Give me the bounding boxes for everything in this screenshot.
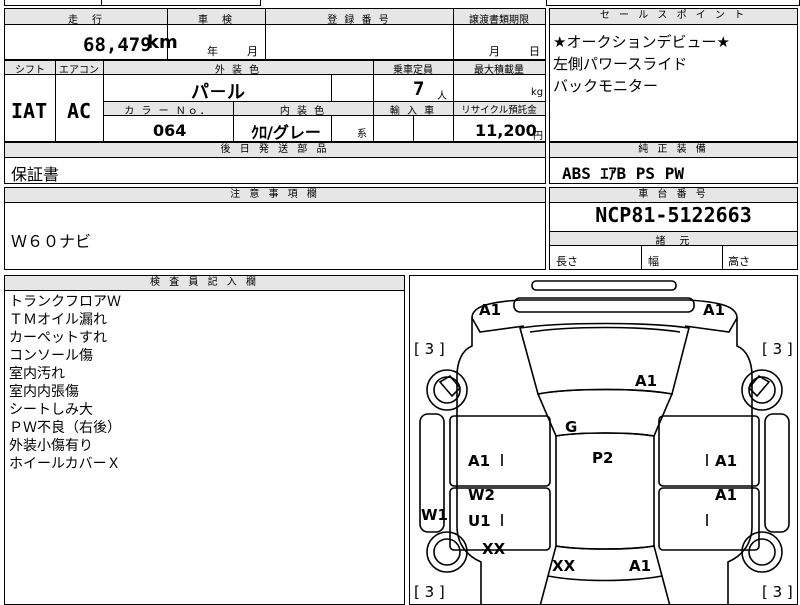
mark-rear: XX xyxy=(552,557,576,575)
tire-label-fl: [ 3 ] xyxy=(414,340,445,358)
notes-value: Ｗ６０ナビ xyxy=(11,232,92,251)
mark-left-rear-door-2: U1 xyxy=(468,512,491,530)
sales-point-line-3: バックモニター xyxy=(553,77,659,95)
exterior-label: 外 装 色 xyxy=(214,65,262,76)
inspector-line: シートしみ大 xyxy=(9,402,93,418)
chassis-value: NCP81-5122663 xyxy=(595,203,752,227)
mark-left-rear-door-1: W2 xyxy=(468,486,495,504)
clipped-text: ... xyxy=(160,0,171,3)
color-no-value: 064 xyxy=(153,121,187,140)
inspector-line: 室内汚れ xyxy=(9,366,65,382)
sales-point-line-2: 左側パワースライド xyxy=(553,55,688,73)
interior-suffix: 系 xyxy=(357,129,367,140)
inspection-year-unit: 年 xyxy=(207,45,218,58)
inspector-line: コンソール傷 xyxy=(9,348,93,364)
ac-value: AC xyxy=(67,99,92,123)
vehicle-diagram: [ 3 ] [ 3 ] [ 3 ] [ 3 ] A1 A1 A1 G P2 A1… xyxy=(409,275,798,605)
inspector-line: トランクフロアＷ xyxy=(9,294,121,310)
mark-hood: A1 xyxy=(635,372,658,390)
capacity-label: 乗車定員 xyxy=(393,65,433,76)
top-clip-strip: ... xyxy=(0,0,800,6)
recycle-unit: 円 xyxy=(533,131,543,142)
chassis-header: 車 台 番 号 xyxy=(550,188,797,203)
notes-box: 注 意 事 項 欄 Ｗ６０ナビ xyxy=(4,187,546,270)
inspector-line: ＰＷ不良（右後） xyxy=(9,420,121,436)
post-parts-box: 後 日 発 送 部 品 保証書 xyxy=(4,142,546,184)
shift-value: IAT xyxy=(11,99,48,123)
mark-rear-right: A1 xyxy=(629,557,652,575)
mark-roof-front: G xyxy=(565,418,578,436)
sales-points-header: セ ー ル ス ポ イ ン ト xyxy=(550,9,797,25)
inspector-header: 検 査 員 記 入 欄 xyxy=(5,276,404,291)
inspection-label: 車 検 xyxy=(198,15,234,26)
inspector-line: 室内内張傷 xyxy=(9,384,79,400)
standard-equipment-box: 純 正 装 備 ABS ｴｱB PS PW xyxy=(549,142,798,184)
recycle-value: 11,200 xyxy=(475,121,537,140)
capacity-unit: 人 xyxy=(437,91,447,102)
mark-left-front-door: A1 xyxy=(468,452,491,470)
mileage-value: 68,479 xyxy=(83,34,152,56)
dimensions-header: 諸 元 xyxy=(655,236,692,247)
inspection-month-unit: 月 xyxy=(247,45,258,58)
inspector-line: 外装小傷有り xyxy=(9,438,93,454)
row2-table: シフト エアコン 外 装 色 乗車定員 最大積載量 IAT AC パ－ル 7 人… xyxy=(4,60,546,142)
tire-label-rr: [ 3 ] xyxy=(762,583,793,601)
deadline-day-unit: 日 xyxy=(529,45,540,58)
recycle-label: リサイクル預託金 xyxy=(461,105,537,116)
deadline-month-unit: 月 xyxy=(489,45,500,58)
interior-label: 内 装 色 xyxy=(279,106,327,117)
mark-right-rear-door: A1 xyxy=(715,486,738,504)
mark-front-right: A1 xyxy=(703,301,726,319)
deadline-label: 譲渡書類期限 xyxy=(469,15,529,26)
height-label: 高さ xyxy=(728,255,750,268)
car-outline xyxy=(419,280,790,604)
post-parts-header: 後 日 発 送 部 品 xyxy=(5,143,545,158)
width-label: 幅 xyxy=(648,255,659,268)
mark-left-rear-quarter: XX xyxy=(482,540,506,558)
row1-table: 走 行 車 検 登 録 番 号 譲渡書類期限 68,479 km 年 月 月 日 xyxy=(4,8,546,60)
inspector-line: ホイールカバーＸ xyxy=(9,456,121,472)
shift-label: シフト xyxy=(15,65,45,76)
capacity-value: 7 xyxy=(413,78,425,100)
mark-front-left: A1 xyxy=(479,301,502,319)
import-label: 輸 入 車 xyxy=(389,106,437,117)
color-no-label: カ ラ ー Ｎｏ． xyxy=(124,106,212,117)
notes-header: 注 意 事 項 欄 xyxy=(5,188,545,203)
mark-right-front-door: A1 xyxy=(715,452,738,470)
standard-equipment-value: ABS ｴｱB PS PW xyxy=(562,164,684,183)
interior-value: ｸﾛ/グレー xyxy=(251,123,321,142)
ac-label: エアコン xyxy=(59,65,99,76)
inspector-lines: トランクフロアＷ ＴＭオイル漏れ カーペットすれ コンソール傷 室内汚れ 室内内… xyxy=(9,293,121,473)
post-parts-value: 保証書 xyxy=(11,165,60,184)
mark-roof: P2 xyxy=(592,449,614,467)
sales-point-line-1: ★オークションデビュー★ xyxy=(553,33,730,51)
exterior-value: パ－ル xyxy=(191,82,245,103)
tire-label-rl: [ 3 ] xyxy=(414,583,445,601)
sales-points-box: セ ー ル ス ポ イ ン ト ★オークションデビュー★ 左側パワースライド バ… xyxy=(549,8,798,142)
mileage-label: 走 行 xyxy=(68,15,104,26)
inspector-line: ＴＭオイル漏れ xyxy=(9,312,107,328)
standard-equipment-header: 純 正 装 備 xyxy=(550,143,797,158)
inspector-box: 検 査 員 記 入 欄 トランクフロアＷ ＴＭオイル漏れ カーペットすれ コンソ… xyxy=(4,275,405,605)
registration-label: 登 録 番 号 xyxy=(327,15,391,26)
mark-left-sill: W1 xyxy=(421,506,448,524)
load-unit: kg xyxy=(531,87,544,98)
load-label: 最大積載量 xyxy=(474,65,524,76)
chassis-box: 車 台 番 号 NCP81-5122663 諸 元 長さ 幅 高さ xyxy=(549,187,798,270)
mileage-unit: km xyxy=(147,32,178,53)
inspector-line: カーペットすれ xyxy=(9,330,107,346)
length-label: 長さ xyxy=(556,255,578,268)
tire-label-fr: [ 3 ] xyxy=(762,340,793,358)
